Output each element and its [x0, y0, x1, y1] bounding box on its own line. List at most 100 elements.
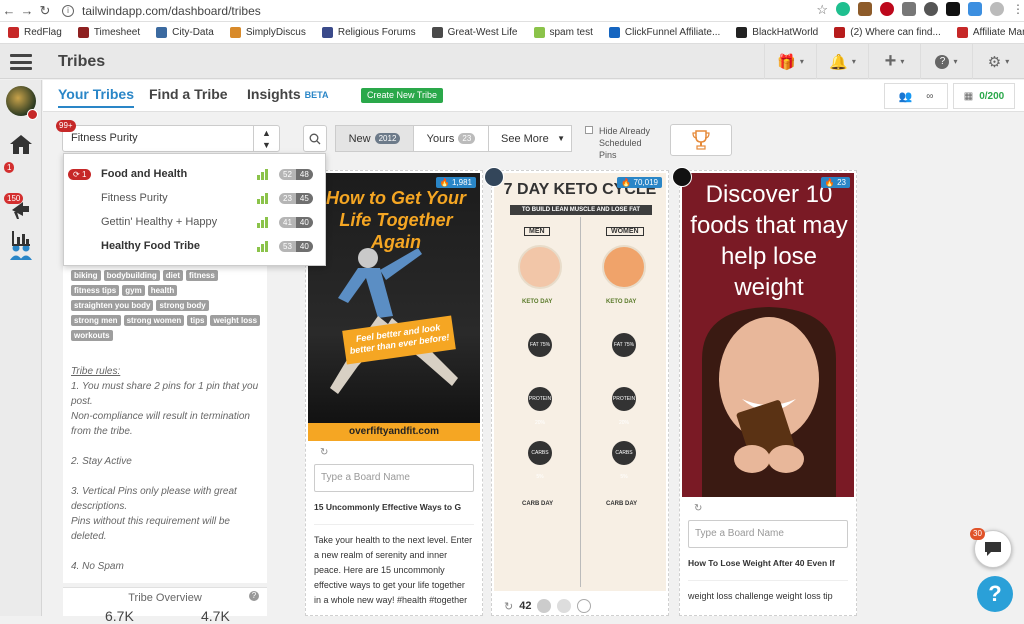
- home-icon[interactable]: [0, 126, 42, 162]
- board-name-input[interactable]: Type a Board Name: [314, 464, 474, 492]
- tribe-option[interactable]: Gettin' Healthy + Happy 41 40: [64, 210, 327, 234]
- settings-gear-icon[interactable]: ⚙ ▾: [972, 44, 1024, 79]
- bell-icon[interactable]: 🔔 ▾: [816, 44, 868, 79]
- bookmark-item[interactable]: ClickFunnel Affiliate...: [608, 27, 720, 38]
- search-button[interactable]: [303, 125, 327, 152]
- bookmark-item[interactable]: RedFlag: [8, 27, 62, 38]
- help-icon[interactable]: ? ▾: [920, 44, 972, 79]
- bookmark-item[interactable]: BlackHatWorld: [736, 27, 818, 38]
- bookmark-item[interactable]: City-Data: [156, 27, 214, 38]
- bookmark-item[interactable]: Religious Forums: [321, 27, 416, 38]
- trophy-icon: [692, 130, 710, 150]
- tribe-tag[interactable]: bodybuilding: [103, 270, 160, 281]
- tribe-tag[interactable]: diet: [162, 270, 184, 281]
- tribe-option[interactable]: Fitness Purity 23 45: [64, 186, 327, 210]
- bookmark-item[interactable]: Affiliate Marketing...: [956, 27, 1024, 38]
- tribe-tag[interactable]: fitness: [186, 270, 218, 281]
- menu-icon[interactable]: ⋮: [1012, 2, 1024, 16]
- leaderboard-button[interactable]: [670, 124, 732, 156]
- extension-icon[interactable]: [858, 2, 872, 16]
- pin-title: How To Lose Weight After 40 Even If: [688, 558, 835, 568]
- tribe-tag[interactable]: gym: [122, 285, 145, 296]
- gift-icon[interactable]: 🎁 ▾: [764, 44, 816, 79]
- refresh-icon[interactable]: ↻: [694, 503, 854, 514]
- tribe-stat-a: 23: [279, 192, 296, 204]
- tribe-tag[interactable]: biking: [71, 270, 101, 281]
- add-icon[interactable]: + ▾: [868, 44, 920, 79]
- address-bar[interactable]: i tailwindapp.com/dashboard/tribes: [62, 4, 261, 18]
- bookmark-item[interactable]: Great-West Life: [431, 27, 518, 38]
- hide-scheduled-label: Hide Already Scheduled Pins: [599, 126, 651, 160]
- profile-icon[interactable]: [990, 2, 1004, 16]
- filter-new-button[interactable]: New 2012: [335, 125, 414, 152]
- tribe-tag[interactable]: weight loss: [210, 315, 261, 326]
- board-name-input[interactable]: Type a Board Name: [688, 520, 848, 548]
- woman-eating-chocolate-image: [702, 307, 836, 497]
- protein-circle: PROTEIN 20%: [528, 387, 552, 426]
- page-title: Tribes: [58, 53, 106, 70]
- see-more-dropdown[interactable]: See More ▼: [488, 125, 572, 152]
- bookmark-label: (2) Where can find...: [850, 27, 941, 38]
- bookmark-favicon-icon: [156, 27, 168, 38]
- pinterest-icon[interactable]: [880, 2, 894, 16]
- tribe-stat-b: 40: [295, 240, 313, 252]
- app-header: Tribes 🎁 ▾ 🔔 ▾ + ▾ ? ▾ ⚙ ▾: [0, 44, 1024, 79]
- hamburger-menu-icon[interactable]: [10, 54, 32, 70]
- site-info-icon[interactable]: i: [62, 4, 74, 17]
- extension-icon[interactable]: [946, 2, 960, 16]
- create-new-tribe-button[interactable]: Create New Tribe: [361, 88, 444, 103]
- rule-3: 3. Vertical Pins only please with great …: [71, 486, 237, 512]
- search-ext-icon[interactable]: [924, 2, 938, 16]
- tribe-tag[interactable]: workouts: [71, 330, 113, 341]
- tribe-tag[interactable]: strong women: [123, 315, 185, 326]
- pin-card: 7 DAY KETO CYCLE TO BUILD LEAN MUSCLE AN…: [484, 167, 669, 616]
- tribe-tag[interactable]: strong body: [156, 300, 209, 311]
- bookmark-item[interactable]: spam test: [533, 27, 593, 38]
- help-button[interactable]: ?: [977, 576, 1013, 612]
- filter-yours-button[interactable]: Yours 23: [413, 125, 489, 152]
- tribe-stat-b: 45: [295, 192, 313, 204]
- tab-insights[interactable]: Insights BETA: [247, 86, 329, 102]
- refresh-icon[interactable]: ↻: [504, 600, 513, 613]
- tribe-option[interactable]: Healthy Food Tribe 53 40: [64, 234, 327, 258]
- repin-count-value: 23: [837, 178, 846, 187]
- bookmark-item[interactable]: SimplyDiscus: [229, 27, 306, 38]
- tribe-dropdown-menu: ⟳ 1 Food and Health 52 48 Fitness Purity 23 45…: [63, 153, 326, 266]
- tribe-tag[interactable]: fitness tips: [71, 285, 120, 296]
- grammarly-icon[interactable]: [836, 2, 850, 16]
- pin-card: Discover 10 foods that may help lose wei…: [672, 167, 857, 616]
- tribe-tag[interactable]: health: [147, 285, 178, 296]
- bookmarks-bar: RedFlag Timesheet City-Data SimplyDiscus Rel…: [0, 22, 1024, 44]
- tribe-stats: 52 48: [279, 168, 313, 180]
- url-text: tailwindapp.com/dashboard/tribes: [82, 3, 261, 18]
- bookmark-favicon-icon: [956, 27, 968, 38]
- creator-avatar[interactable]: [672, 167, 692, 187]
- tab-find-a-tribe[interactable]: Find a Tribe: [149, 86, 228, 102]
- user-avatar: [557, 599, 572, 613]
- analytics-bars-icon[interactable]: [0, 220, 42, 256]
- creator-avatar[interactable]: [484, 167, 504, 187]
- extension-icon[interactable]: [902, 2, 916, 16]
- tribe-select[interactable]: Fitness Purity ▲ ▼: [62, 125, 280, 152]
- tab-your-tribes[interactable]: Your Tribes: [58, 86, 134, 108]
- help-icon[interactable]: ?: [249, 591, 259, 601]
- refresh-icon[interactable]: ↻: [320, 447, 480, 458]
- activity-bars-icon: [257, 168, 268, 180]
- forward-icon[interactable]: →: [18, 3, 36, 18]
- tribe-tag[interactable]: strong men: [71, 315, 121, 326]
- back-icon[interactable]: ←: [0, 3, 18, 18]
- activity-bars-icon: [257, 240, 268, 252]
- tribe-tag[interactable]: straighten you body: [71, 300, 154, 311]
- bookmark-item[interactable]: Timesheet: [77, 27, 140, 38]
- user-avatar: [577, 599, 592, 613]
- extension-icon[interactable]: [968, 2, 982, 16]
- hide-scheduled-checkbox[interactable]: [585, 126, 593, 134]
- pin-image[interactable]: Discover 10 foods that may help lose wei…: [682, 173, 854, 497]
- star-icon[interactable]: ☆: [816, 2, 828, 17]
- bookmark-item[interactable]: (2) Where can find...: [834, 27, 941, 38]
- pin-image[interactable]: How to Get Your Life Together Again Feel…: [308, 173, 480, 441]
- pin-image[interactable]: 7 DAY KETO CYCLE TO BUILD LEAN MUSCLE AN…: [494, 173, 666, 591]
- reload-icon[interactable]: ↻: [36, 3, 54, 19]
- tribe-tag[interactable]: tips: [187, 315, 208, 326]
- tribe-option[interactable]: ⟳ 1 Food and Health 52 48: [64, 162, 327, 186]
